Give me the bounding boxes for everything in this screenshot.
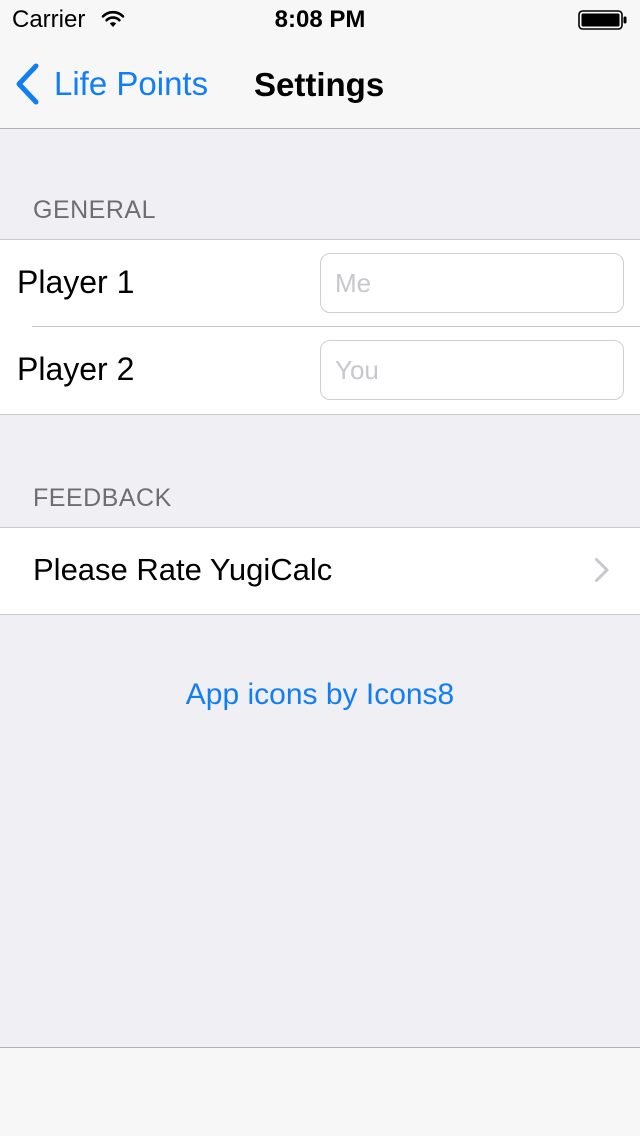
player-2-label: Player 2 — [17, 351, 135, 387]
rate-app-label: Please Rate YugiCalc — [33, 552, 333, 587]
chevron-right-icon — [595, 558, 609, 582]
player-1-name-field[interactable] — [320, 253, 624, 313]
player-2-name-field[interactable] — [320, 340, 624, 400]
section-header-general: GENERAL — [33, 196, 156, 224]
back-button[interactable]: Life Points — [14, 60, 208, 108]
player-1-label: Player 1 — [17, 264, 135, 300]
general-group: Player 1 Player 2 — [0, 239, 640, 415]
icons8-credit-link[interactable]: App icons by Icons8 — [0, 678, 640, 712]
settings-screen: Carrier 8:08 PM Life Points Settings GEN… — [0, 0, 640, 1136]
status-bar: Carrier 8:08 PM — [0, 0, 640, 40]
battery-icon — [578, 10, 627, 30]
rate-app-row[interactable]: Please Rate YugiCalc — [0, 528, 640, 614]
back-button-label: Life Points — [54, 65, 209, 102]
top-bar: Carrier 8:08 PM Life Points Settings — [0, 0, 640, 129]
bottom-toolbar — [0, 1047, 640, 1136]
player-2-row: Player 2 — [0, 327, 640, 414]
navigation-bar: Life Points Settings — [0, 40, 640, 129]
feedback-group: Please Rate YugiCalc — [0, 527, 640, 615]
back-chevron-icon — [16, 63, 39, 105]
player-1-row: Player 1 — [0, 240, 640, 327]
status-time: 8:08 PM — [274, 6, 366, 33]
page-title: Settings — [254, 66, 385, 103]
section-header-feedback: FEEDBACK — [33, 484, 172, 512]
